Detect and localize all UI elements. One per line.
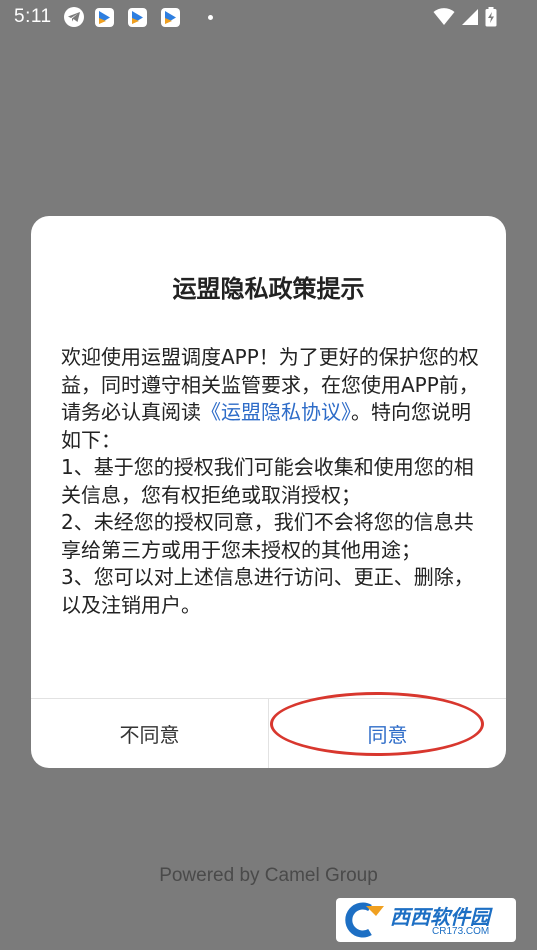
- telegram-icon: [64, 7, 84, 27]
- disagree-button[interactable]: 不同意: [31, 699, 268, 768]
- watermark: 西西软件园 CR173.COM: [336, 898, 516, 942]
- footer-text: Powered by Camel Group: [159, 865, 378, 886]
- agree-button[interactable]: 同意: [269, 699, 506, 768]
- list-item: 3、您可以对上述信息进行访问、更正、删除，以及注销用户。: [61, 565, 474, 617]
- privacy-agreement-link[interactable]: 《运盟隐私协议》: [201, 400, 351, 424]
- app-icon: [161, 7, 180, 27]
- dialog-body: 欢迎使用运盟调度APP！为了更好的保护您的权益，同时遵守相关监管要求，在您使用A…: [61, 344, 479, 619]
- watermark-site: CR173.COM: [432, 926, 490, 937]
- signal-icon: [462, 9, 478, 25]
- notification-icons: [64, 7, 213, 27]
- wifi-icon: [433, 8, 455, 25]
- list-item: 1、基于您的授权我们可能会收集和使用您的相关信息，您有权拒绝或取消授权；: [61, 455, 474, 507]
- battery-charging-icon: [485, 7, 497, 27]
- status-time: 5:11: [14, 6, 52, 27]
- privacy-dialog: 运盟隐私政策提示 欢迎使用运盟调度APP！为了更好的保护您的权益，同时遵守相关监…: [31, 216, 506, 768]
- intro-paragraph: 欢迎使用运盟调度APP！为了更好的保护您的权益，同时遵守相关监管要求，在您使用A…: [61, 344, 479, 454]
- app-icon: [128, 7, 147, 27]
- app-icon: [95, 7, 114, 27]
- watermark-logo-icon: [345, 902, 384, 938]
- dialog-title: 运盟隐私政策提示: [172, 275, 365, 303]
- system-icons: [427, 7, 497, 27]
- list-item: 2、未经您的授权同意，我们不会将您的信息共享给第三方或用于您未授权的其他用途；: [61, 510, 474, 562]
- status-bar: 5:11: [0, 0, 537, 34]
- dot-icon: [208, 14, 213, 20]
